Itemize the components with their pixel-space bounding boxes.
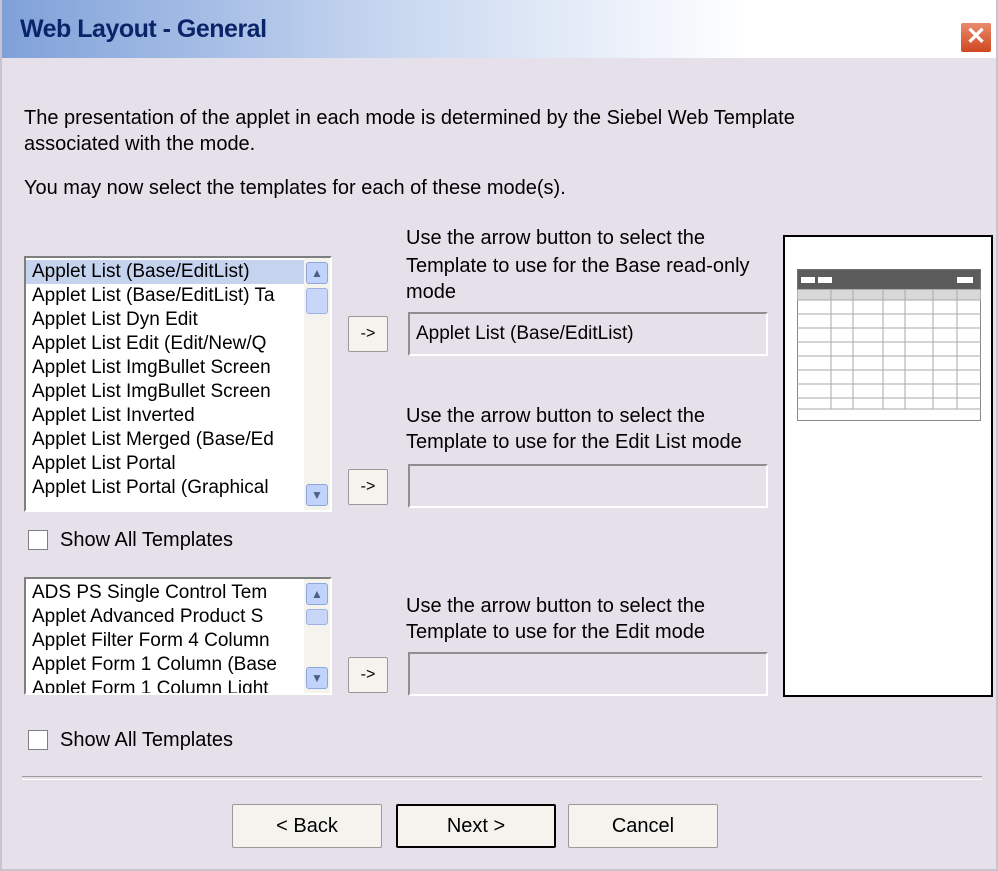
chevron-up-icon: ▲ (311, 266, 323, 280)
select-edit-list-template-button[interactable]: -> (348, 469, 388, 505)
list-scrollbar[interactable]: ▲ ▼ (304, 258, 330, 510)
mode1-instruction-line1: Use the arrow button to select the (406, 227, 706, 249)
intro-text-line1: The presentation of the applet in each m… (24, 107, 795, 129)
mode3-instruction-line2: Template to use for the Edit mode (406, 621, 706, 643)
show-all-templates-label-1: Show All Templates (60, 529, 234, 551)
list-item[interactable]: Applet Advanced Product S (26, 605, 304, 629)
scroll-thumb[interactable] (306, 288, 328, 314)
chevron-down-icon: ▼ (311, 488, 323, 502)
list-item[interactable]: Applet List ImgBullet Screen (26, 356, 304, 380)
list-item[interactable]: Applet Form 1 Column (Base (26, 653, 304, 677)
show-all-templates-checkbox-2[interactable] (28, 730, 48, 750)
next-button[interactable]: Next > (396, 804, 556, 848)
table-preview-image (797, 269, 981, 421)
mode2-instruction-line2: Template to use for the Edit List mode (406, 431, 742, 453)
list-scrollbar[interactable]: ▲ ▼ (304, 579, 330, 693)
chevron-up-icon: ▲ (311, 587, 323, 601)
cancel-button[interactable]: Cancel (568, 804, 718, 848)
list-item[interactable]: Applet List Merged (Base/Ed (26, 428, 304, 452)
list-item[interactable]: Applet List Inverted (26, 404, 304, 428)
edit-list-template-field[interactable] (408, 464, 768, 508)
list-item[interactable]: Applet List Edit (Edit/New/Q (26, 332, 304, 356)
close-button[interactable]: ✕ (960, 22, 992, 53)
title-bar[interactable]: Web Layout - General ✕ (2, 0, 996, 58)
template-list-edit[interactable]: ADS PS Single Control Tem Applet Advance… (24, 577, 332, 695)
template-list-base[interactable]: Applet List (Base/EditList) Applet List … (24, 256, 332, 512)
list-item[interactable]: Applet List Portal (26, 452, 304, 476)
template-preview (783, 235, 993, 697)
list-item[interactable]: Applet List Portal (Graphical (26, 476, 304, 500)
show-all-templates-checkbox-1[interactable] (28, 530, 48, 550)
mode1-instruction-line3: mode (406, 281, 457, 303)
scroll-down-button[interactable]: ▼ (306, 484, 328, 506)
base-template-field[interactable]: Applet List (Base/EditList) (408, 312, 768, 356)
divider (22, 776, 982, 780)
select-base-template-button[interactable]: -> (348, 316, 388, 352)
show-all-templates-label-2: Show All Templates (60, 729, 234, 751)
mode1-instruction-line2: Template to use for the Base read-only (406, 255, 750, 277)
scroll-thumb[interactable] (306, 609, 328, 625)
scroll-up-button[interactable]: ▲ (306, 262, 328, 284)
intro-text-line3: You may now select the templates for eac… (24, 177, 566, 199)
back-button[interactable]: < Back (232, 804, 382, 848)
mode3-instruction-line1: Use the arrow button to select the (406, 595, 706, 617)
intro-text-line2: associated with the mode. (24, 133, 256, 155)
list-item[interactable]: Applet List ImgBullet Screen (26, 380, 304, 404)
close-icon: ✕ (965, 23, 987, 50)
list-item[interactable]: ADS PS Single Control Tem (26, 581, 304, 605)
list-item[interactable]: Applet Form 1 Column Light (26, 677, 304, 693)
list-item[interactable]: Applet Filter Form 4 Column (26, 629, 304, 653)
list-item[interactable]: Applet List (Base/EditList) (26, 260, 304, 284)
list-item[interactable]: Applet List (Base/EditList) Ta (26, 284, 304, 308)
mode2-instruction-line1: Use the arrow button to select the (406, 405, 706, 427)
select-edit-template-button[interactable]: -> (348, 657, 388, 693)
chevron-down-icon: ▼ (311, 671, 323, 685)
list-item[interactable]: Applet List Dyn Edit (26, 308, 304, 332)
scroll-down-button[interactable]: ▼ (306, 667, 328, 689)
edit-template-field[interactable] (408, 652, 768, 696)
dialog-window: Web Layout - General ✕ The presentation … (0, 0, 998, 871)
scroll-up-button[interactable]: ▲ (306, 583, 328, 605)
window-title: Web Layout - General (20, 15, 267, 43)
